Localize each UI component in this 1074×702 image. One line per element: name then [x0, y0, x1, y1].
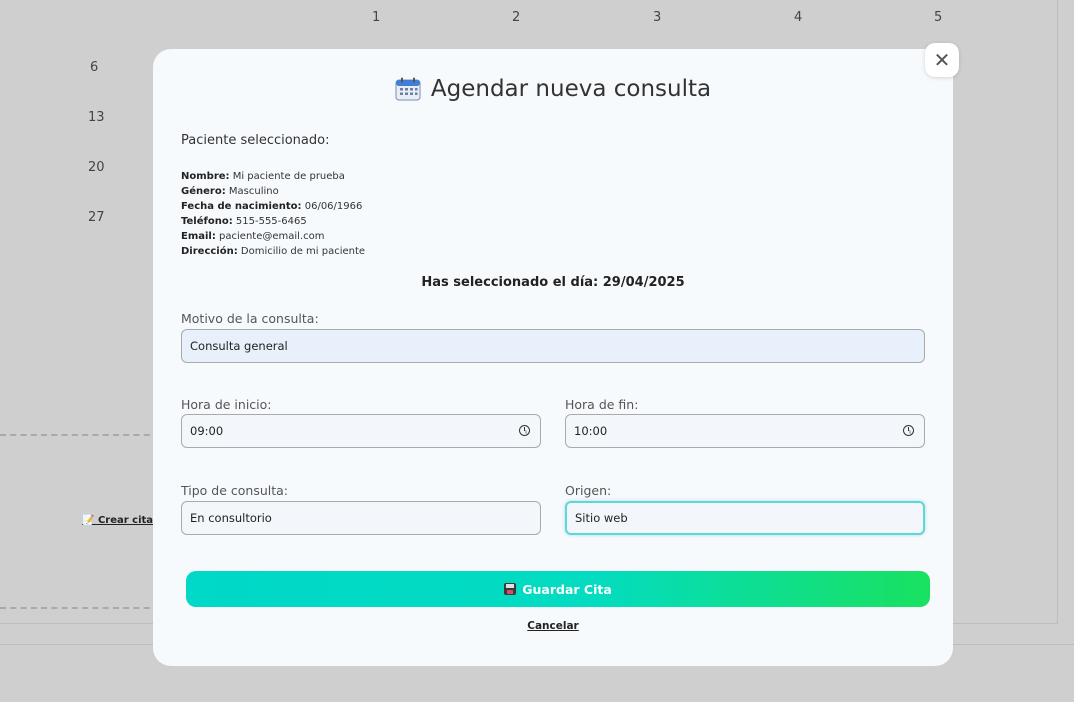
origin-input[interactable]: Sitio web — [565, 501, 925, 535]
patient-phone-value: 515-555-6465 — [235, 216, 307, 227]
calendar-week-number: 6 — [90, 60, 99, 75]
motivo-value: Consulta general — [190, 339, 288, 353]
close-icon: ✕ — [933, 48, 951, 72]
calendar-day-header: 4 — [794, 10, 803, 25]
consult-type-label: Tipo de consulta: — [181, 483, 289, 498]
calendar-day-header: 5 — [934, 10, 943, 25]
patient-address-label: Dirección: — [181, 246, 238, 257]
save-appointment-button[interactable]: Guardar Cita — [186, 571, 930, 607]
motivo-input[interactable]: Consulta general — [181, 329, 925, 363]
dashed-divider — [0, 607, 160, 609]
calendar-day-header: 1 — [372, 10, 381, 25]
patient-birthdate-label: Fecha de nacimiento: — [181, 201, 302, 212]
modal-title: Agendar nueva consulta — [430, 76, 712, 102]
motivo-label: Motivo de la consulta: — [181, 311, 319, 326]
patient-heading: Paciente seleccionado: — [181, 133, 330, 148]
end-time-input[interactable]: 10:00 — [565, 414, 925, 448]
patient-email-label: Email: — [181, 231, 216, 242]
consult-type-input[interactable]: En consultorio — [181, 501, 541, 535]
save-button-label: Guardar Cita — [522, 581, 612, 597]
patient-name-value: Mi paciente de prueba — [232, 171, 345, 182]
start-time-label: Hora de inicio: — [181, 397, 272, 412]
calendar-icon — [395, 77, 421, 101]
patient-email-row: Email: paciente@email.com — [181, 229, 365, 244]
end-time-value: 10:00 — [574, 424, 608, 438]
patient-birthdate-row: Fecha de nacimiento: 06/06/1966 — [181, 199, 365, 214]
start-time-input[interactable]: 09:00 — [181, 414, 541, 448]
cancel-label: Cancelar — [527, 620, 579, 632]
patient-gender-row: Género: Masculino — [181, 184, 365, 199]
patient-address-row: Dirección: Domicilio de mi paciente — [181, 244, 365, 259]
close-modal-button[interactable]: ✕ — [925, 43, 959, 77]
calendar-week-number: 20 — [88, 160, 105, 175]
selected-day-text: Has seleccionado el día: 29/04/2025 — [421, 275, 685, 290]
patient-info: Nombre: Mi paciente de prueba Género: Ma… — [181, 169, 365, 259]
patient-name-label: Nombre: — [181, 171, 230, 182]
clock-icon[interactable] — [519, 425, 530, 436]
clock-icon[interactable] — [903, 425, 914, 436]
patient-email-value: paciente@email.com — [219, 231, 325, 242]
calendar-day-header: 2 — [512, 10, 521, 25]
end-time-label: Hora de fin: — [565, 397, 639, 412]
new-appointment-modal: Agendar nueva consulta Paciente seleccio… — [153, 49, 953, 666]
calendar-week-number: 13 — [88, 110, 105, 125]
origin-value: Sitio web — [575, 511, 628, 525]
consult-type-value: En consultorio — [190, 511, 272, 525]
patient-gender-label: Género: — [181, 186, 226, 197]
patient-birthdate-value: 06/06/1966 — [304, 201, 363, 212]
floppy-disk-icon — [504, 583, 517, 595]
create-appointment-label: Crear cita — [97, 515, 154, 526]
dashed-divider — [0, 434, 160, 436]
cancel-link[interactable]: Cancelar — [153, 620, 953, 632]
origin-label: Origen: — [565, 483, 612, 498]
modal-header: Agendar nueva consulta — [153, 76, 953, 102]
patient-phone-row: Teléfono: 515-555-6465 — [181, 214, 365, 229]
start-time-value: 09:00 — [190, 424, 224, 438]
patient-phone-label: Teléfono: — [181, 216, 233, 227]
calendar-day-header: 3 — [653, 10, 662, 25]
create-appointment-link[interactable]: 📝 Crear cita — [82, 515, 153, 526]
patient-name-row: Nombre: Mi paciente de prueba — [181, 169, 365, 184]
patient-gender-value: Masculino — [228, 186, 279, 197]
patient-address-value: Domicilio de mi paciente — [240, 246, 366, 257]
calendar-week-number: 27 — [88, 210, 105, 225]
